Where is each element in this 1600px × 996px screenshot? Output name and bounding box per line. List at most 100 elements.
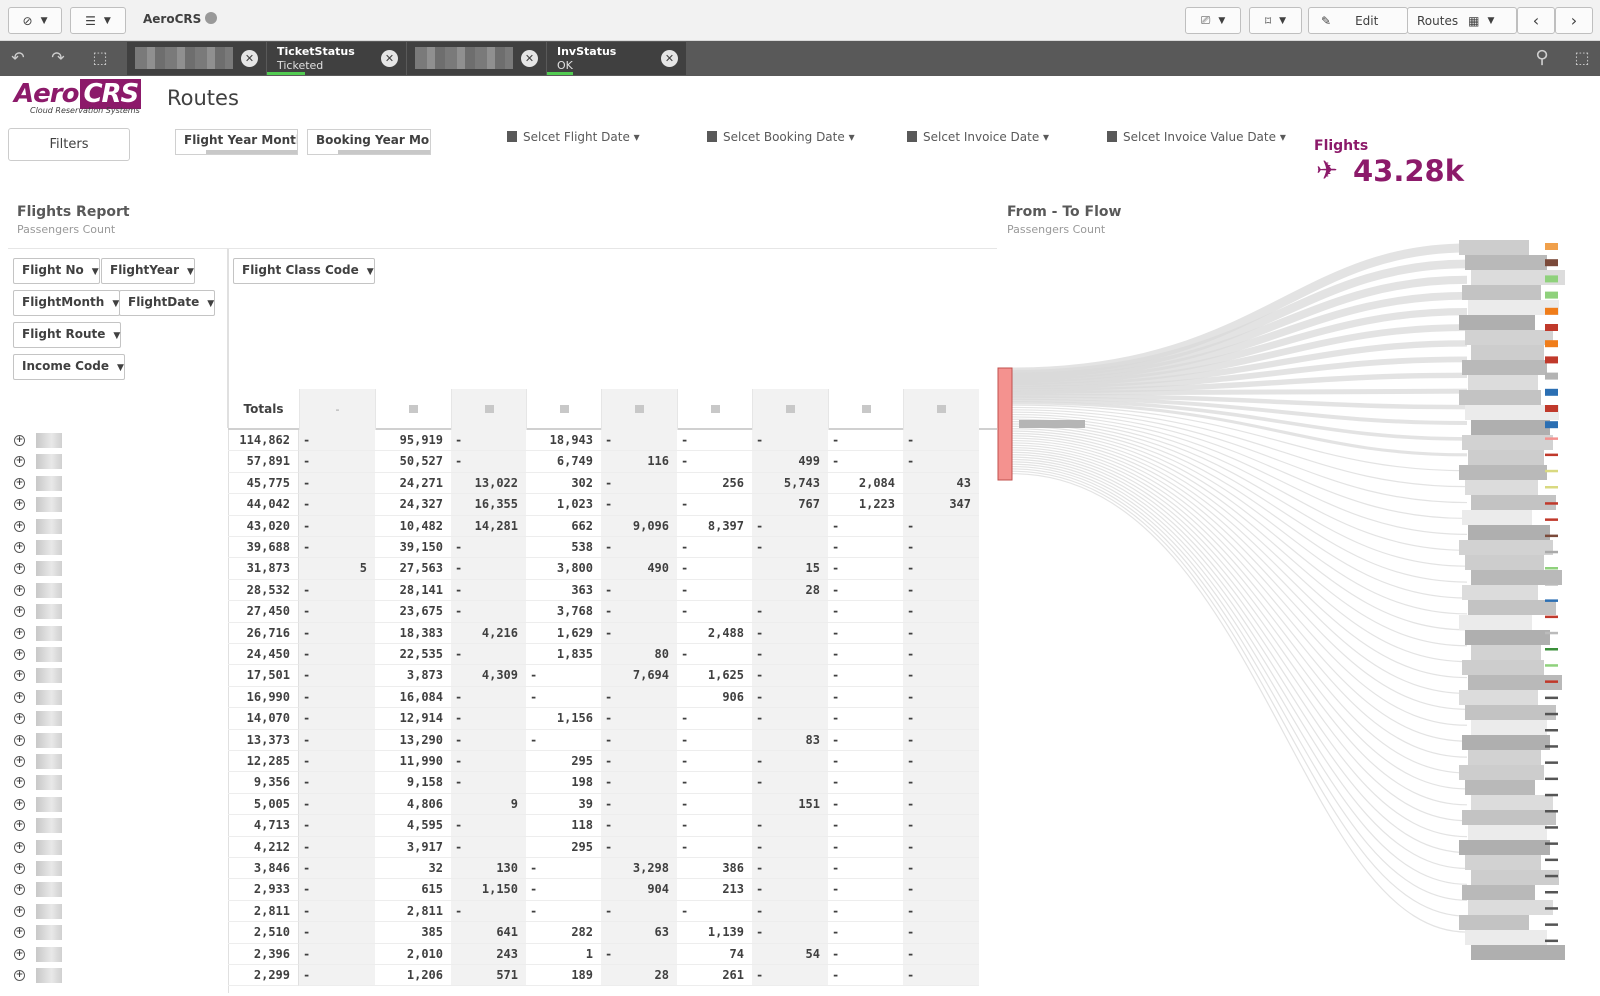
sankey-target-node[interactable] [1545,437,1558,440]
value-cell[interactable]: 24,271 [375,473,451,495]
value-cell[interactable]: - [828,815,903,837]
booking-date-picker[interactable]: Selcet Booking Date ▾ [707,130,855,144]
value-cell[interactable]: - [828,558,903,580]
value-cell[interactable]: - [299,815,375,837]
value-cell[interactable]: - [451,900,526,923]
value-cell[interactable]: - [903,537,979,559]
sankey-target-node[interactable] [1545,469,1558,473]
column-header[interactable] [451,389,526,430]
value-cell[interactable]: - [299,665,375,687]
redacted-row-label[interactable] [36,668,62,684]
total-cell[interactable]: 4,713 [228,815,299,837]
sankey-target-node[interactable] [1545,793,1558,797]
value-cell[interactable]: 767 [752,494,828,516]
sankey-target-node[interactable] [1545,550,1558,554]
dim-flight-no[interactable]: Flight No ▼ [13,258,100,284]
value-cell[interactable]: - [677,837,752,858]
value-cell[interactable]: 3,917 [375,837,451,858]
previous-sheet-button[interactable]: ‹ [1517,7,1555,34]
value-cell[interactable]: - [677,580,752,602]
sankey-target-node[interactable] [1545,874,1558,878]
info-icon[interactable] [205,12,218,24]
value-cell[interactable]: - [601,622,677,644]
expand-icon[interactable]: + [14,948,25,960]
value-cell[interactable]: - [299,708,375,730]
step-forward-icon[interactable]: ↷ [46,47,70,69]
value-cell[interactable]: - [526,665,601,687]
redacted-row-label[interactable] [36,582,62,598]
sankey-target-node[interactable] [1545,275,1558,283]
value-cell[interactable]: 28 [752,579,828,602]
sankey-target-node[interactable] [1545,761,1558,764]
value-cell[interactable]: 1,223 [828,494,903,516]
global-menu-button[interactable]: ☰ ▼ [70,7,126,34]
value-cell[interactable]: 5 [299,558,375,580]
sankey-target-node[interactable] [1545,631,1558,635]
expand-icon[interactable]: + [14,884,25,896]
value-cell[interactable]: 13,022 [451,472,526,495]
total-cell[interactable]: 44,042 [228,494,299,516]
value-cell[interactable]: 63 [601,922,677,944]
value-cell[interactable]: 295 [526,837,601,858]
value-cell[interactable]: 23,675 [375,601,451,623]
column-header[interactable] [828,389,903,430]
value-cell[interactable]: - [903,708,979,730]
sankey-target-node[interactable] [1545,259,1558,267]
value-cell[interactable]: - [903,836,979,858]
value-cell[interactable]: - [903,686,979,709]
sankey-link[interactable] [1011,435,1468,679]
total-cell[interactable]: 43,020 [228,515,299,537]
value-cell[interactable]: - [828,601,903,623]
sankey-target-node[interactable] [1545,858,1558,862]
flight-date-picker[interactable]: Selcet Flight Date ▾ [507,130,640,144]
value-cell[interactable]: 1,835 [526,644,601,666]
value-cell[interactable]: - [903,558,979,580]
value-cell[interactable]: - [903,644,979,666]
redacted-row-label[interactable] [36,518,62,534]
value-cell[interactable]: - [752,644,828,666]
value-cell[interactable]: - [451,772,526,794]
value-cell[interactable]: - [451,558,526,580]
value-cell[interactable]: - [451,644,526,666]
value-cell[interactable]: 24,327 [375,494,451,516]
navigation-menu-button[interactable]: ⊘ ▼ [8,7,62,34]
value-cell[interactable]: - [828,772,903,794]
value-cell[interactable]: - [677,537,752,559]
sankey-target-node[interactable] [1545,939,1558,943]
value-cell[interactable]: - [752,601,828,623]
redacted-row-label[interactable] [36,968,62,983]
total-cell[interactable]: 13,373 [228,729,299,751]
redacted-row-label[interactable] [36,925,62,941]
value-cell[interactable]: - [677,708,752,730]
value-cell[interactable]: - [601,601,677,623]
total-cell[interactable]: 14,070 [228,708,299,730]
value-cell[interactable]: 9 [451,793,526,816]
total-cell[interactable]: 12,285 [228,751,299,773]
redacted-row-label[interactable] [36,839,62,855]
value-cell[interactable]: - [903,665,979,687]
clear-all-selections-icon[interactable]: ⬚ [88,47,112,69]
value-cell[interactable]: - [677,601,752,623]
value-cell[interactable]: - [451,708,526,730]
value-cell[interactable]: - [677,730,752,751]
column-header[interactable] [677,389,752,430]
value-cell[interactable]: - [601,943,677,965]
clear-selection-icon[interactable]: ✕ [241,50,258,67]
value-cell[interactable]: - [903,965,979,987]
expand-icon[interactable]: + [14,970,25,981]
value-cell[interactable]: - [601,430,677,452]
value-cell[interactable]: 1,156 [526,708,601,730]
total-cell[interactable]: 4,212 [228,836,299,858]
value-cell[interactable]: - [601,815,677,837]
redacted-row-label[interactable] [36,796,62,812]
redacted-row-label[interactable] [36,754,62,769]
value-cell[interactable]: - [526,858,601,880]
value-cell[interactable]: 1,206 [375,965,451,987]
expand-icon[interactable]: + [14,606,25,618]
value-cell[interactable]: - [601,686,677,709]
sankey-target-node[interactable] [1545,291,1558,299]
value-cell[interactable]: 1,150 [451,879,526,901]
sankey-target-node[interactable] [1545,826,1558,829]
sankey-target-node[interactable] [1545,453,1558,457]
value-cell[interactable]: - [526,687,601,709]
